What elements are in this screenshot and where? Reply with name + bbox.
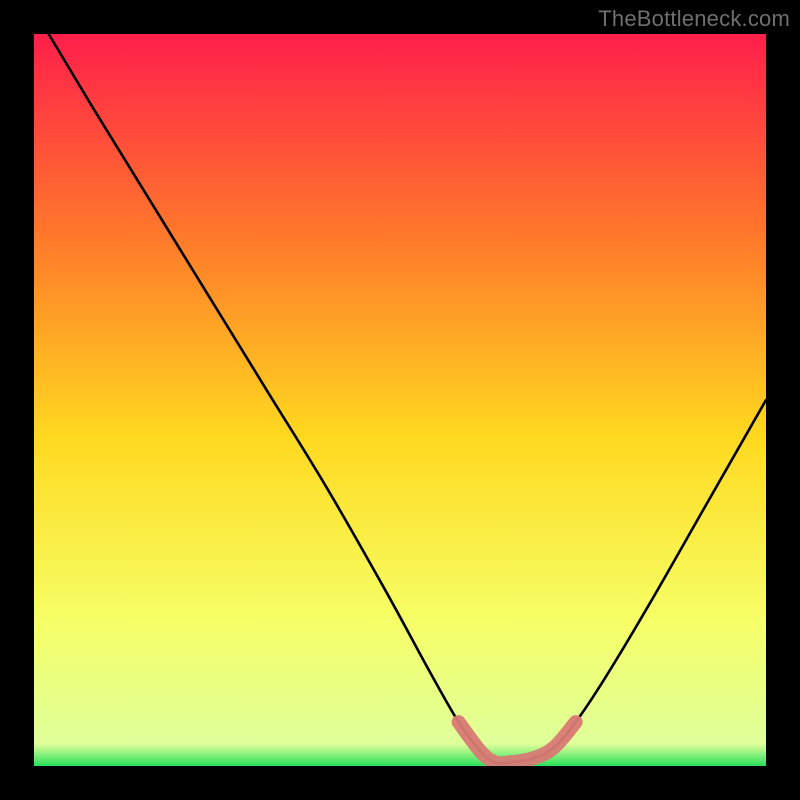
plot-area [34, 34, 766, 766]
chart-frame: TheBottleneck.com [0, 0, 800, 800]
gradient-background [34, 34, 766, 766]
bottleneck-chart [34, 34, 766, 766]
watermark-text: TheBottleneck.com [598, 6, 790, 32]
